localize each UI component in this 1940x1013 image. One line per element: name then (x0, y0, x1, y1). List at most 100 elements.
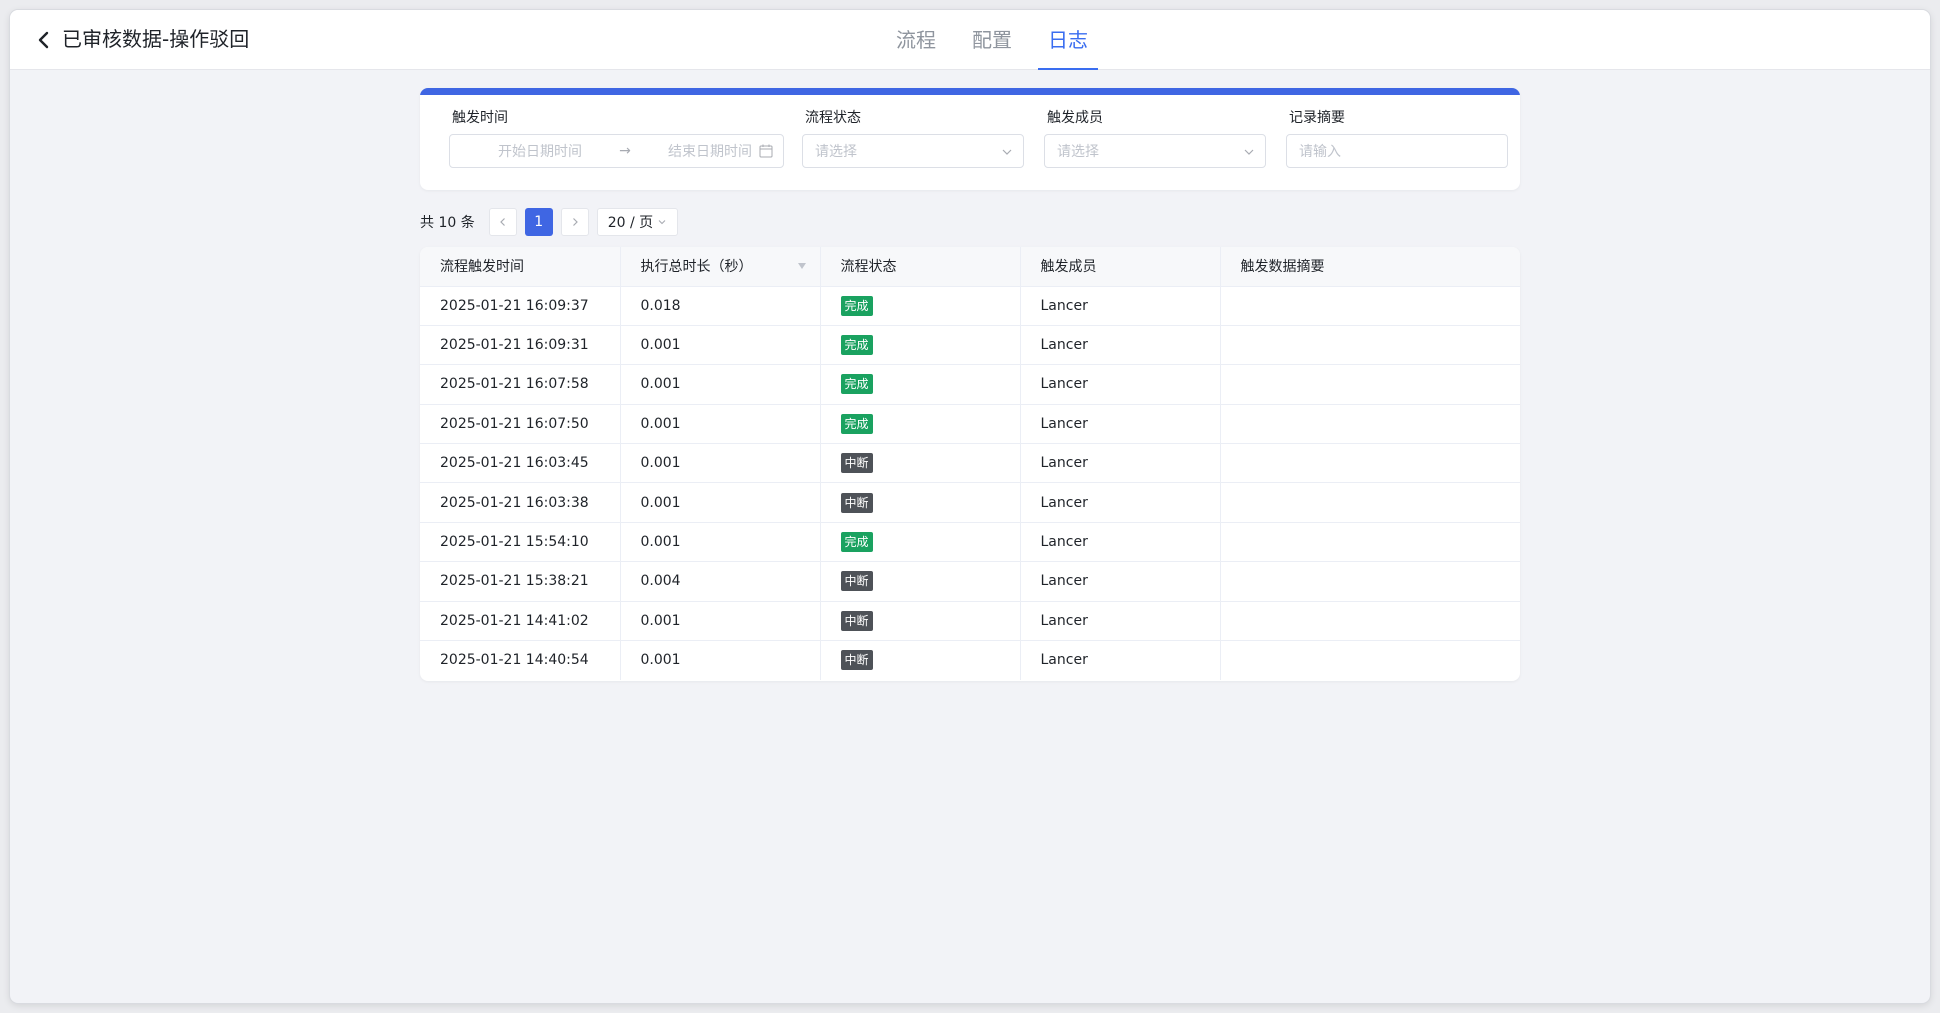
cell-trigger-time: 2025-01-21 16:09:37 (420, 286, 621, 326)
table-row[interactable]: 2025-01-21 16:03:38 0.001 中断 Lancer (420, 482, 1520, 523)
status-badge: 完成 (840, 295, 873, 316)
cell-flow-status: 完成 (820, 286, 1021, 326)
tab-bar: 流程 配置 日志 (878, 10, 1106, 70)
page-number-current[interactable]: 1 (524, 208, 553, 236)
pagination: 共 10 条 1 20 / 页 (420, 208, 679, 236)
table-header-row: 流程触发时间 执行总时长（秒） 流程状态 触发成员 触发数据摘要 (420, 247, 1520, 287)
cell-data-summary (1220, 404, 1520, 445)
flow-status-filter: 流程状态 请选择 (802, 108, 1024, 168)
sort-caret-icon[interactable] (797, 263, 806, 269)
cell-duration: 0.004 (620, 561, 821, 602)
trigger-time-filter: 触发时间 开始日期时间 → 结束日期时间 (449, 108, 784, 168)
cell-data-summary (1220, 641, 1520, 680)
back-button[interactable] (32, 28, 56, 52)
cell-duration: 0.001 (620, 443, 821, 484)
table-row[interactable]: 2025-01-21 16:03:45 0.001 中断 Lancer (420, 443, 1520, 484)
tab-flow[interactable]: 流程 (886, 10, 946, 70)
tab-log[interactable]: 日志 (1038, 10, 1098, 70)
status-badge: 完成 (840, 532, 873, 553)
range-start-input[interactable]: 开始日期时间 (470, 141, 610, 161)
record-summary-label: 记录摘要 (1289, 110, 1345, 126)
table-row[interactable]: 2025-01-21 16:09:37 0.018 完成 Lancer (420, 286, 1520, 326)
status-badge: 中断 (840, 610, 873, 631)
trigger-member-placeholder: 请选择 (1057, 144, 1099, 160)
cell-data-summary (1220, 522, 1520, 563)
cell-data-summary (1220, 443, 1520, 484)
trigger-member-select[interactable]: 请选择 (1044, 134, 1266, 168)
col-header-duration-label: 执行总时长（秒） (640, 259, 753, 276)
prev-page-button[interactable] (488, 208, 517, 236)
cell-flow-status: 中断 (820, 640, 1021, 680)
table-body: 2025-01-21 16:09:37 0.018 完成 Lancer 2025-01-… (420, 286, 1520, 680)
tab-config[interactable]: 配置 (962, 10, 1022, 70)
chevron-right-icon (572, 218, 578, 226)
page-title: 已审核数据-操作驳回 (62, 27, 250, 51)
cell-flow-status: 中断 (820, 561, 1021, 602)
cell-flow-status: 完成 (820, 522, 1021, 563)
cell-flow-status: 完成 (820, 404, 1021, 445)
flow-status-placeholder: 请选择 (815, 144, 857, 160)
table-row[interactable]: 2025-01-21 16:09:31 0.001 完成 Lancer (420, 325, 1520, 366)
chevron-left-icon (38, 31, 49, 49)
flow-status-select[interactable]: 请选择 (802, 134, 1024, 168)
col-header-trigger-time: 流程触发时间 (420, 247, 621, 287)
page-size-select[interactable]: 20 / 页 (596, 208, 679, 236)
status-badge: 完成 (840, 413, 873, 434)
status-badge: 中断 (840, 492, 873, 513)
cell-trigger-time: 2025-01-21 15:54:10 (420, 522, 621, 563)
cell-data-summary (1220, 601, 1520, 642)
trigger-time-label: 触发时间 (452, 110, 508, 126)
next-page-button[interactable] (560, 208, 589, 236)
status-badge: 中断 (840, 571, 873, 592)
cell-data-summary (1220, 482, 1520, 523)
record-summary-filter: 记录摘要 请输入 (1286, 108, 1508, 168)
cell-flow-status: 中断 (820, 601, 1021, 642)
cell-trigger-member: Lancer (1020, 522, 1221, 563)
cell-trigger-time: 2025-01-21 14:40:54 (420, 640, 621, 680)
table-row[interactable]: 2025-01-21 15:38:21 0.004 中断 Lancer (420, 561, 1520, 602)
cell-trigger-member: Lancer (1020, 364, 1221, 405)
table-row[interactable]: 2025-01-21 15:54:10 0.001 完成 Lancer (420, 522, 1520, 563)
cell-trigger-time: 2025-01-21 16:03:38 (420, 482, 621, 523)
cell-duration: 0.001 (620, 482, 821, 523)
cell-flow-status: 完成 (820, 325, 1021, 366)
cell-trigger-member: Lancer (1020, 601, 1221, 642)
cell-duration: 0.001 (620, 601, 821, 642)
col-header-duration[interactable]: 执行总时长（秒） (620, 247, 821, 287)
cell-trigger-member: Lancer (1020, 286, 1221, 326)
chevron-left-icon (499, 218, 505, 226)
chevron-down-icon (658, 220, 666, 225)
page-size-value: 20 / 页 (607, 215, 654, 231)
flow-status-label: 流程状态 (805, 110, 861, 126)
cell-trigger-time: 2025-01-21 16:07:50 (420, 404, 621, 445)
trigger-member-filter: 触发成员 请选择 (1044, 108, 1266, 168)
cell-trigger-time: 2025-01-21 15:38:21 (420, 561, 621, 602)
app-window: 已审核数据-操作驳回 流程 配置 日志 触发时间 开始日期时间 → 结束日期时间 (10, 10, 1930, 1003)
cell-data-summary (1220, 364, 1520, 405)
top-bar: 已审核数据-操作驳回 流程 配置 日志 (10, 10, 1930, 70)
filter-accent-bar (420, 88, 1520, 95)
cell-duration: 0.001 (620, 640, 821, 680)
cell-data-summary (1220, 286, 1520, 326)
table-row[interactable]: 2025-01-21 14:40:54 0.001 中断 Lancer (420, 640, 1520, 680)
record-summary-placeholder: 请输入 (1299, 144, 1341, 160)
record-summary-input[interactable]: 请输入 (1286, 134, 1508, 168)
cell-duration: 0.001 (620, 522, 821, 563)
cell-trigger-member: Lancer (1020, 561, 1221, 602)
status-badge: 中断 (840, 453, 873, 474)
cell-flow-status: 完成 (820, 364, 1021, 405)
range-separator: → (619, 143, 631, 159)
table-row[interactable]: 2025-01-21 16:07:50 0.001 完成 Lancer (420, 404, 1520, 445)
table-row[interactable]: 2025-01-21 16:07:58 0.001 完成 Lancer (420, 364, 1520, 405)
cell-trigger-time: 2025-01-21 14:41:02 (420, 601, 621, 642)
trigger-member-label: 触发成员 (1047, 110, 1103, 126)
calendar-icon (759, 144, 773, 158)
cell-duration: 0.001 (620, 364, 821, 405)
chevron-down-icon (1002, 149, 1012, 155)
status-badge: 完成 (840, 335, 873, 356)
cell-duration: 0.001 (620, 404, 821, 445)
table-row[interactable]: 2025-01-21 14:41:02 0.001 中断 Lancer (420, 601, 1520, 642)
status-badge: 中断 (840, 650, 873, 671)
cell-trigger-member: Lancer (1020, 325, 1221, 366)
trigger-time-range-input[interactable]: 开始日期时间 → 结束日期时间 (449, 134, 784, 168)
